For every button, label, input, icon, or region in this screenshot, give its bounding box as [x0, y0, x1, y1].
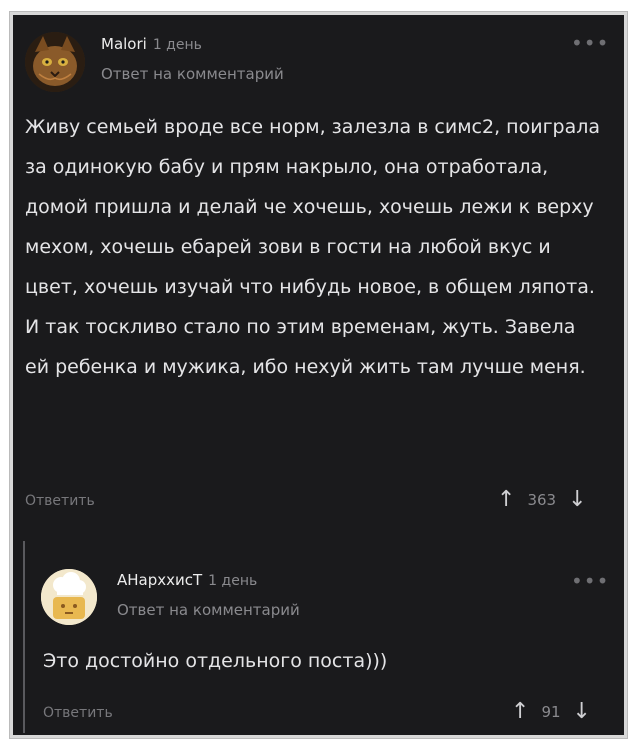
comment-thread: Malori 1 день Ответ на комментарий ••• Жи…	[10, 12, 627, 738]
vote-count: 363	[527, 491, 557, 509]
upvote-icon[interactable]: ↑	[497, 489, 515, 511]
author-name[interactable]: АНархxисТ	[117, 571, 202, 589]
vote-controls: ↑ 363 ↓	[497, 489, 587, 511]
comment-time: 1 день	[152, 37, 202, 53]
reply-button[interactable]: Ответить	[25, 493, 95, 509]
vote-count: 91	[541, 703, 561, 721]
reply-button[interactable]: Ответить	[43, 705, 113, 721]
avatar[interactable]	[25, 32, 85, 92]
downvote-icon[interactable]: ↓	[568, 489, 586, 511]
comment-author[interactable]: АНархxисТ 1 день	[117, 571, 257, 589]
upvote-icon[interactable]: ↑	[511, 701, 529, 723]
comment-text: Живу семьей вроде все норм, залезла в си…	[25, 116, 601, 378]
comment-text: Это достойно отдельного поста)))	[43, 650, 388, 672]
reply-to-link[interactable]: Ответ на комментарий	[101, 65, 284, 83]
comment-author[interactable]: Malori 1 день	[101, 35, 202, 53]
cat-avatar-icon	[25, 32, 85, 92]
vote-controls: ↑ 91 ↓	[511, 701, 591, 723]
downvote-icon[interactable]: ↓	[573, 701, 591, 723]
chef-avatar-icon	[41, 569, 97, 625]
avatar[interactable]	[41, 569, 97, 625]
author-name[interactable]: Malori	[101, 35, 147, 53]
comment-time: 1 день	[208, 573, 258, 589]
reply-to-link[interactable]: Ответ на комментарий	[117, 601, 300, 619]
more-options-icon[interactable]: •••	[571, 33, 609, 53]
thread-line[interactable]	[23, 541, 25, 733]
more-options-icon[interactable]: •••	[571, 571, 609, 591]
